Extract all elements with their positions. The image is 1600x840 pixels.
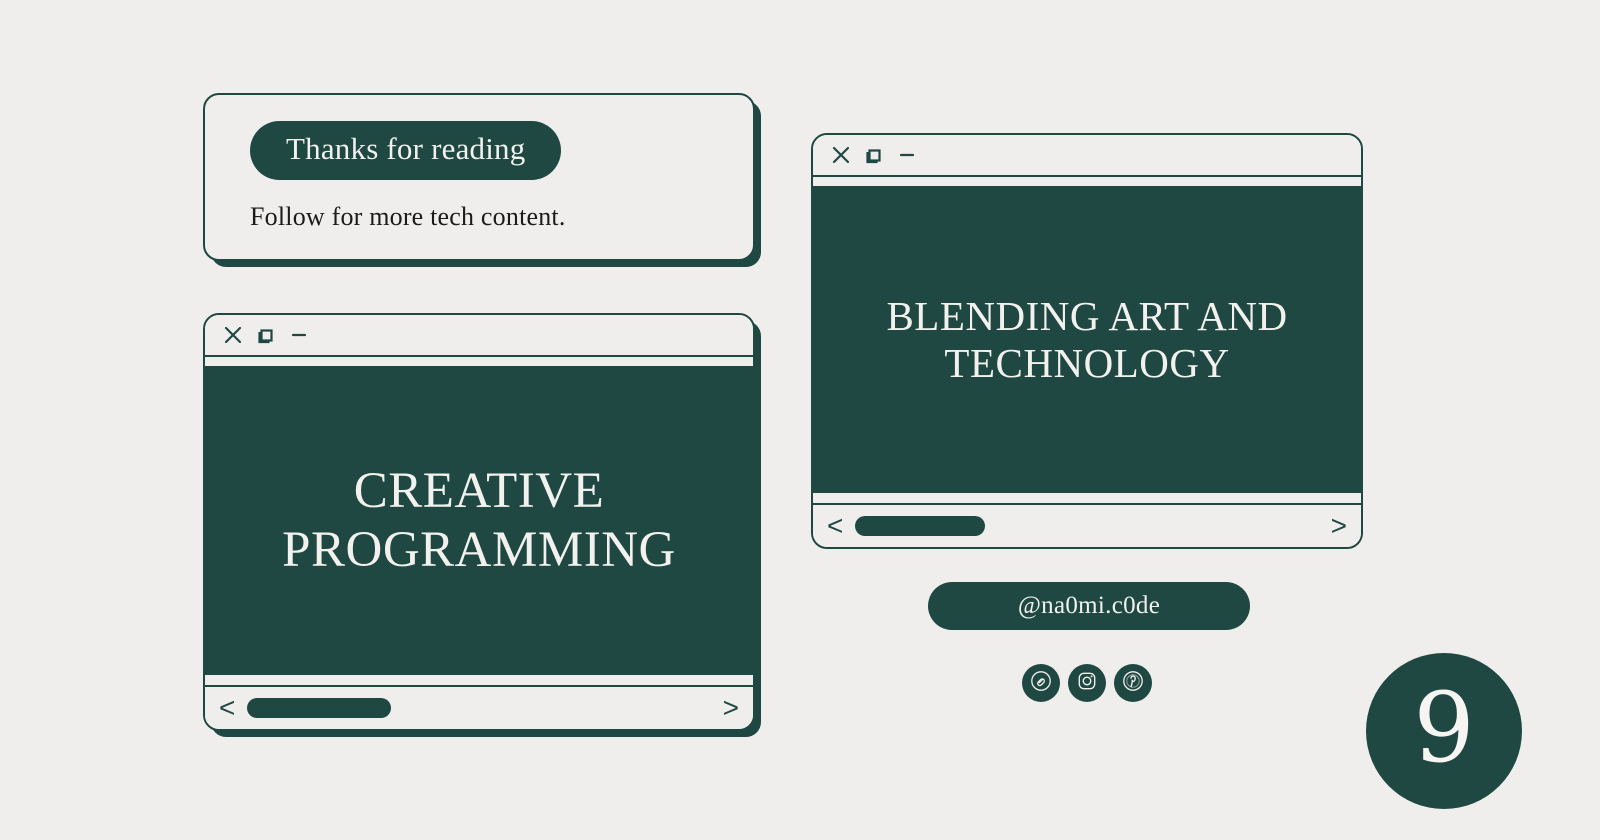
restore-icon[interactable] <box>256 325 276 345</box>
pinterest-icon <box>1121 669 1145 698</box>
page-number-badge: 9 <box>1366 653 1522 809</box>
scroll-right-arrow-icon[interactable]: > <box>723 694 739 722</box>
instagram-button[interactable] <box>1068 664 1106 702</box>
scrollbar-track[interactable] <box>247 698 710 718</box>
window-content-area: BLENDING ART AND TECHNOLOGY <box>813 188 1361 491</box>
titlebar-divider-gap <box>813 177 1361 188</box>
browser-window-blending-art-and-technology: BLENDING ART AND TECHNOLOGY < > <box>811 133 1363 549</box>
minimize-icon[interactable] <box>897 145 917 165</box>
footer-divider-gap <box>205 673 753 685</box>
follow-subtitle: Follow for more tech content. <box>250 202 566 232</box>
scrollbar-thumb[interactable] <box>247 698 391 718</box>
window-titlebar <box>205 315 753 357</box>
horizontal-scrollbar[interactable]: < > <box>813 503 1361 547</box>
social-handle-pill[interactable]: @na0mi.c0de <box>928 582 1250 630</box>
scrollbar-thumb[interactable] <box>855 516 986 536</box>
scrollbar-track[interactable] <box>855 516 1318 536</box>
window-headline: CREATIVE PROGRAMMING <box>282 463 676 578</box>
close-icon[interactable] <box>831 145 851 165</box>
close-icon[interactable] <box>223 325 243 345</box>
link-icon <box>1029 669 1053 698</box>
restore-icon[interactable] <box>864 145 884 165</box>
titlebar-divider-gap <box>205 357 753 368</box>
page-number: 9 <box>1413 672 1475 784</box>
minimize-icon[interactable] <box>289 325 309 345</box>
pinterest-button[interactable] <box>1114 664 1152 702</box>
scroll-left-arrow-icon[interactable]: < <box>827 512 843 540</box>
browser-window-creative-programming: CREATIVE PROGRAMMING < > <box>203 313 755 731</box>
thanks-for-reading-pill[interactable]: Thanks for reading <box>250 121 562 181</box>
footer-divider-gap <box>813 491 1361 503</box>
link-button[interactable] <box>1022 664 1060 702</box>
thanks-card: Thanks for reading Follow for more tech … <box>203 93 755 261</box>
social-icon-row <box>1022 664 1152 702</box>
window-content-area: CREATIVE PROGRAMMING <box>205 368 753 673</box>
scroll-left-arrow-icon[interactable]: < <box>219 694 235 722</box>
instagram-icon <box>1076 670 1098 697</box>
slide-canvas: Thanks for reading Follow for more tech … <box>0 0 1600 840</box>
window-titlebar <box>813 135 1361 177</box>
window-headline: BLENDING ART AND TECHNOLOGY <box>886 292 1288 386</box>
scroll-right-arrow-icon[interactable]: > <box>1331 512 1347 540</box>
horizontal-scrollbar[interactable]: < > <box>205 685 753 729</box>
